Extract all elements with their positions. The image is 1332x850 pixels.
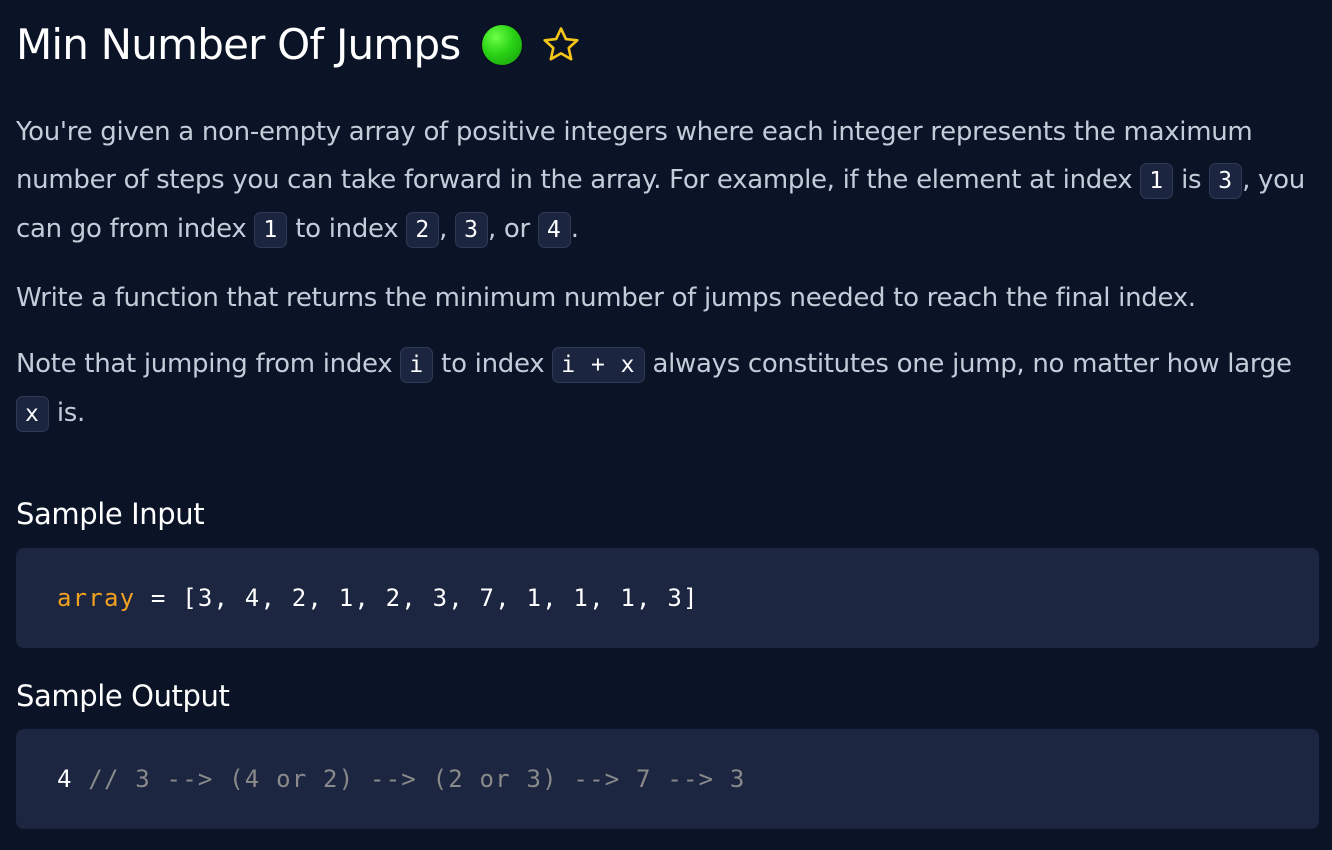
inline-code: 4 xyxy=(537,212,571,248)
problem-title: Min Number Of Jumps xyxy=(16,20,461,69)
description-paragraph-2: Write a function that returns the minimu… xyxy=(16,283,1196,313)
text: to index xyxy=(433,349,553,379)
inline-code: i xyxy=(400,347,434,383)
inline-code: 3 xyxy=(455,212,488,248)
description-paragraph-3: Note that jumping from index i to index … xyxy=(16,340,1319,438)
star-icon[interactable] xyxy=(540,24,582,66)
description-paragraph-1: You're given a non-empty array of positi… xyxy=(16,108,1319,254)
inline-code: 3 xyxy=(1209,163,1243,199)
code-value: 4 xyxy=(57,765,73,793)
code-operator: = xyxy=(135,584,183,612)
difficulty-indicator-icon xyxy=(482,25,523,65)
text: You're given a non-empty array of positi… xyxy=(16,117,1253,195)
inline-code: i + x xyxy=(552,347,645,383)
text: to index xyxy=(287,214,407,244)
sample-output-code-block: 4 // 3 --> (4 or 2) --> (2 or 3) --> 7 -… xyxy=(16,729,1319,829)
text: is. xyxy=(48,398,85,428)
text: Note that jumping from index xyxy=(16,349,401,379)
text: , xyxy=(439,214,456,244)
problem-panel: Min Number Of Jumps You're given a non-e… xyxy=(16,0,1319,829)
text: is xyxy=(1173,165,1210,195)
sample-input-code-block: array = [3, 4, 2, 1, 2, 3, 7, 1, 1, 1, 3… xyxy=(16,548,1319,648)
text: always constitutes one jump, no matter h… xyxy=(644,349,1292,379)
code-variable: array xyxy=(57,584,136,612)
sample-output-heading: Sample Output xyxy=(16,679,230,713)
code-comment: // 3 --> (4 or 2) --> (2 or 3) --> 7 -->… xyxy=(72,765,746,793)
text: , or xyxy=(487,214,538,244)
code-value: [3, 4, 2, 1, 2, 3, 7, 1, 1, 1, 3] xyxy=(182,584,699,612)
inline-code: 2 xyxy=(406,212,440,248)
text: . xyxy=(570,214,579,244)
inline-code: 1 xyxy=(254,212,288,248)
inline-code: 1 xyxy=(1140,163,1174,199)
inline-code: x xyxy=(16,396,49,432)
sample-input-heading: Sample Input xyxy=(16,497,205,531)
title-row: Min Number Of Jumps xyxy=(16,0,1319,90)
